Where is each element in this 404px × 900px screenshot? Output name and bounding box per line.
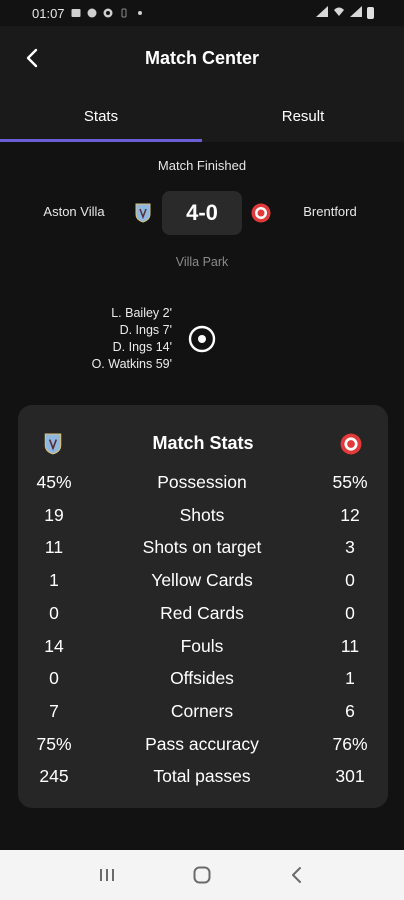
score-row: Aston Villa 4-0 Brentford [0, 190, 404, 236]
stats-header: Match Stats [18, 425, 388, 465]
scorer-item: L. Bailey 2' [111, 306, 172, 320]
stat-home-value: 0 [49, 668, 59, 688]
stat-row-corners: 7 Corners 6 [18, 695, 388, 725]
stat-home-value: 45% [36, 472, 72, 492]
stat-label: Pass accuracy [145, 734, 259, 754]
stat-away-value: 76% [332, 734, 368, 754]
stat-away-value: 12 [340, 505, 360, 525]
match-stats-card: Match Stats 45% Possession 55% 19 Shots … [18, 405, 388, 808]
stat-home-value: 11 [44, 537, 64, 557]
stat-home-value: 75% [36, 734, 72, 754]
status-left: 01:07 [32, 6, 145, 21]
stat-row-total-passes: 245 Total passes 301 [18, 760, 388, 790]
stat-label: Corners [170, 701, 234, 721]
stat-row-red-cards: 0 Red Cards 0 [18, 597, 388, 627]
battery-icon [367, 7, 374, 19]
stat-label: Total passes [153, 766, 251, 786]
stat-row-yellow-cards: 1 Yellow Cards 0 [18, 564, 388, 594]
stat-home-value: 14 [44, 636, 64, 656]
stat-label: Red Cards [160, 603, 244, 623]
stat-row-pass-accuracy: 75% Pass accuracy 76% [18, 728, 388, 758]
tab-bar: Stats Result [0, 90, 404, 142]
stat-home-value: 245 [39, 766, 69, 786]
stat-away-value: 11 [340, 636, 360, 656]
stat-label: Offsides [170, 668, 234, 688]
scorer-item: D. Ings 14' [112, 340, 172, 354]
stat-label: Fouls [180, 636, 224, 656]
photo-icon [71, 8, 81, 18]
stat-away-value: 301 [335, 766, 365, 786]
stat-row-possession: 45% Possession 55% [18, 466, 388, 496]
back-icon [291, 867, 301, 883]
brentford-crest-icon [251, 203, 271, 228]
back-button[interactable] [18, 44, 46, 72]
back-nav-button[interactable] [277, 855, 317, 895]
stat-row-shots: 19 Shots 12 [18, 499, 388, 529]
chevron-left-icon [26, 48, 38, 68]
brentford-crest-icon [340, 433, 362, 460]
match-status: Match Finished [157, 158, 247, 173]
status-time: 01:07 [32, 5, 65, 21]
venue: Villa Park [175, 255, 229, 269]
settings-icon [103, 8, 113, 18]
recents-icon [100, 869, 115, 881]
stat-home-value: 7 [49, 701, 59, 721]
dot-icon [135, 8, 145, 18]
stat-label: Yellow Cards [151, 570, 253, 590]
stat-away-value: 0 [345, 603, 355, 623]
scorer-item: O. Watkins 59' [91, 357, 172, 371]
score: 4-0 [162, 191, 242, 235]
scorer-item: D. Ings 7' [119, 323, 172, 337]
vibrate-icon [119, 8, 129, 18]
stat-home-value: 1 [49, 570, 59, 590]
stat-row-fouls: 14 Fouls 11 [18, 630, 388, 660]
goal-scorers: L. Bailey 2' D. Ings 7' D. Ings 14' O. W… [92, 305, 172, 373]
stat-label: Possession [157, 472, 247, 492]
wifi-icon [333, 6, 345, 20]
tab-result[interactable]: Result [202, 90, 404, 142]
stat-home-value: 0 [49, 603, 59, 623]
status-right [316, 6, 374, 20]
stat-row-offsides: 0 Offsides 1 [18, 662, 388, 692]
stat-row-shots-on-target: 11 Shots on target 3 [18, 531, 388, 561]
page-title: Match Center [144, 47, 260, 68]
tab-stats[interactable]: Stats [0, 90, 202, 142]
recents-button[interactable] [87, 855, 127, 895]
home-team-name: Aston Villa [43, 204, 105, 219]
stat-away-value: 6 [345, 701, 355, 721]
stat-away-value: 55% [332, 472, 368, 492]
stats-title: Match Stats [152, 433, 254, 453]
signal-icon [350, 6, 362, 20]
stat-away-value: 3 [345, 537, 355, 557]
stat-home-value: 19 [44, 505, 64, 525]
home-icon [193, 866, 211, 884]
stat-label: Shots on target [142, 537, 262, 557]
home-button[interactable] [182, 855, 222, 895]
aston-villa-crest-icon [135, 203, 151, 228]
away-team-name: Brentford [303, 204, 357, 219]
stat-label: Shots [179, 505, 225, 525]
app-header: Match Center [0, 26, 404, 90]
stat-away-value: 0 [345, 570, 355, 590]
signal-icon [316, 6, 328, 20]
status-bar: 01:07 [0, 0, 404, 26]
stat-away-value: 1 [345, 668, 355, 688]
system-nav-bar [0, 850, 404, 900]
chat-icon [87, 8, 97, 18]
football-icon [188, 325, 216, 358]
